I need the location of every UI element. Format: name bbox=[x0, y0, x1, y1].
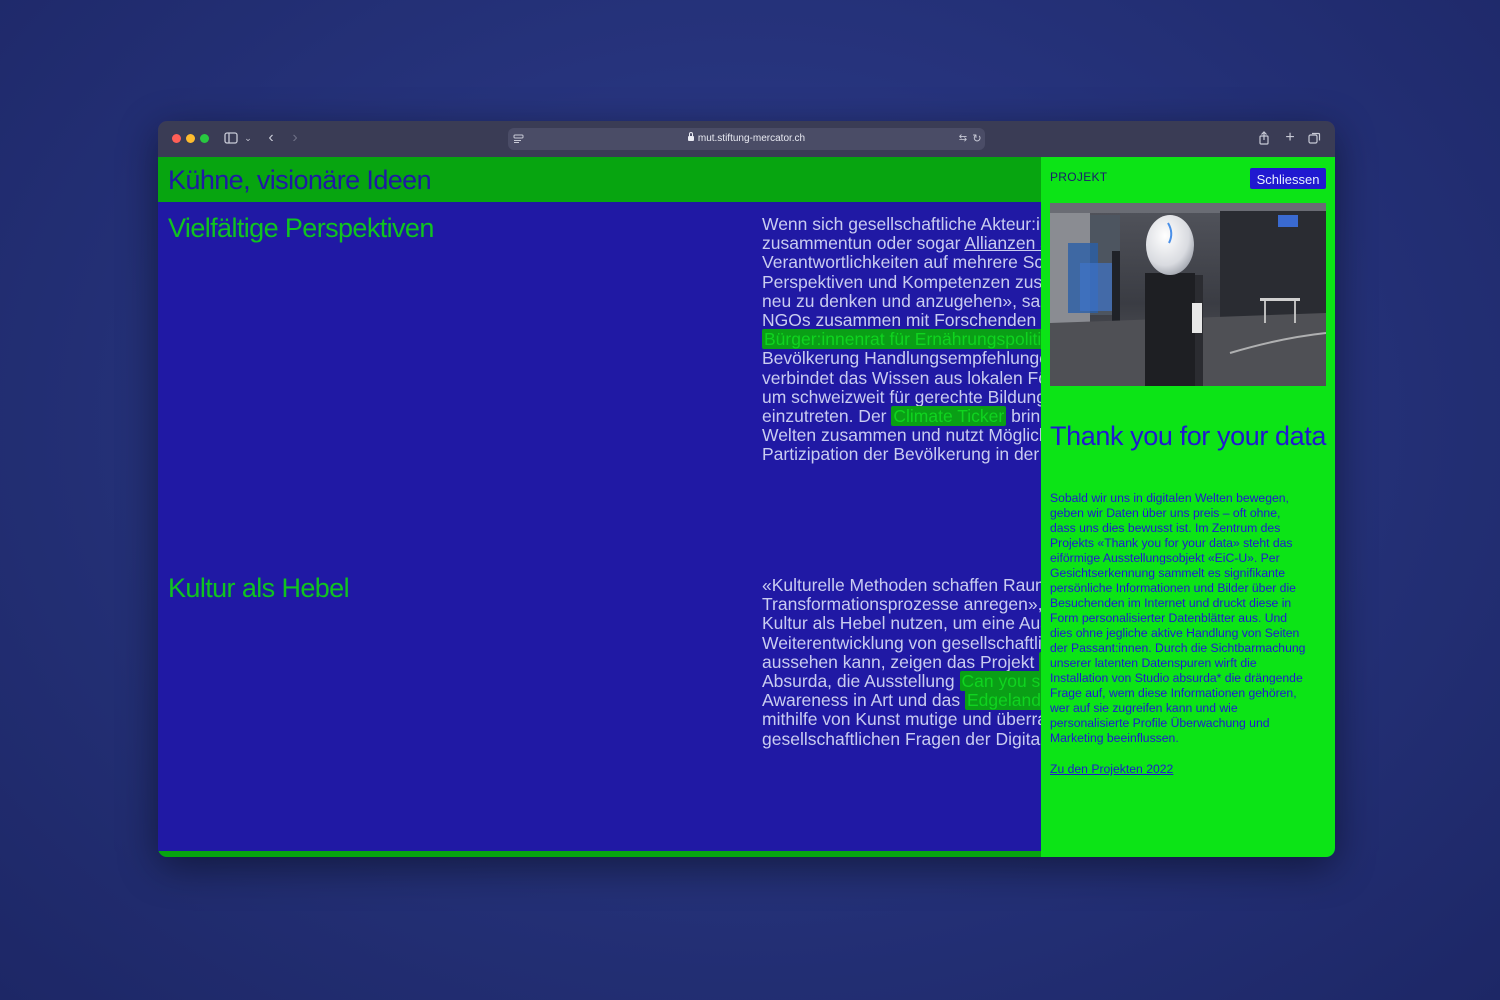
text-line: Perspektiven und Kompetenzen zusa bbox=[762, 271, 1042, 292]
description-line: dies ohne jegliche aktive Handlung von S… bbox=[1050, 626, 1300, 640]
text-line: verbindet das Wissen aus lokalen För bbox=[762, 367, 1042, 388]
description-line: Gesichtserkennung sammelt es signifikant… bbox=[1050, 566, 1286, 580]
text-line: Wenn sich gesellschaftliche Akteur:in bbox=[762, 215, 1042, 234]
section-text-perspektiven: Wenn sich gesellschaftliche Akteur:in zus… bbox=[762, 215, 1042, 465]
text-segment: um schweizweit für gerechte Bildungs bbox=[762, 386, 1042, 407]
url-field[interactable]: mut.stiftung-mercator.ch bbox=[508, 132, 985, 146]
text-segment: Transformationsprozesse anregen», e bbox=[762, 594, 1042, 615]
description-line: personalisierte Profile Überwachung und bbox=[1050, 716, 1270, 730]
section-text-kultur: «Kulturelle Methoden schaffen Raum Transf… bbox=[762, 576, 1042, 749]
text-segment: Bevölkerung Handlungsempfehlunger bbox=[762, 348, 1042, 369]
highlighted-project-link[interactable]: Edgelands I bbox=[965, 690, 1042, 711]
tab-overview-icon[interactable] bbox=[1308, 129, 1322, 147]
highlighted-project-link[interactable]: Bürger:innenrat für Ernährungspolitik bbox=[762, 329, 1042, 350]
minimize-window-button[interactable] bbox=[186, 134, 195, 143]
text-segment: gesellschaftlichen Fragen der Digitalis bbox=[762, 728, 1042, 749]
text-segment: Welten zusammen und nutzt Möglich bbox=[762, 425, 1042, 446]
text-line: Kultur als Hebel nutzen, um eine Aus bbox=[762, 614, 1042, 633]
description-line: geben wir Daten über uns preis – oft ohn… bbox=[1050, 506, 1281, 520]
text-line: Bevölkerung Handlungsempfehlunger bbox=[762, 349, 1042, 368]
text-line: Welten zusammen und nutzt Möglich bbox=[762, 426, 1042, 445]
description-line: persönliche Informationen und Bilder übe… bbox=[1050, 581, 1296, 595]
highlighted-project-link[interactable]: Can you see bbox=[959, 671, 1042, 692]
projects-2022-link[interactable]: Zu den Projekten 2022 bbox=[1050, 762, 1173, 776]
text-line: Absurda, die Ausstellung Can you see bbox=[762, 671, 1042, 692]
text-segment: Awareness in Art und das bbox=[762, 690, 965, 711]
text-segment: Partizipation der Bevölkerung in der l bbox=[762, 444, 1042, 465]
text-segment: bringt I bbox=[1011, 406, 1042, 427]
description-line: dass uns dies bewusst ist. Im Zentrum de… bbox=[1050, 521, 1281, 535]
description-line: wer auf sie zugreifen kann und wie bbox=[1050, 701, 1238, 715]
text-segment: Perspektiven und Kompetenzen zusa bbox=[762, 271, 1042, 292]
section-title-kultur: Kultur als Hebel bbox=[168, 573, 350, 603]
text-segment: einzutreten. Der bbox=[762, 406, 892, 427]
address-bar[interactable]: mut.stiftung-mercator.ch ⇆ ↻ bbox=[508, 128, 985, 150]
page-title: Kühne, visionäre Ideen bbox=[168, 165, 432, 195]
inline-link[interactable]: Allianzen s bbox=[964, 233, 1042, 253]
text-line: um schweizweit für gerechte Bildungs bbox=[762, 386, 1042, 407]
project-photo bbox=[1050, 203, 1326, 386]
url-text: mut.stiftung-mercator.ch bbox=[697, 133, 806, 144]
lock-icon bbox=[687, 132, 694, 141]
section-title-perspektiven: Vielfältige Perspektiven bbox=[168, 213, 434, 243]
description-line: eiförmige Ausstellungsobjekt «EiC-U». Pe… bbox=[1050, 551, 1280, 565]
text-line: neu zu denken und anzugehen», sag bbox=[762, 290, 1042, 311]
zoom-window-button[interactable] bbox=[200, 134, 209, 143]
text-segment: Kultur als Hebel nutzen, um eine Aus bbox=[762, 613, 1042, 634]
browser-toolbar: ⌄ ‹ › mut.stiftung-mercator.ch ⇆ ↻ + bbox=[158, 121, 1335, 158]
close-window-button[interactable] bbox=[172, 134, 181, 143]
text-line: einzutreten. Der Climate Ticker bringt I bbox=[762, 406, 1042, 427]
chevron-down-icon[interactable]: ⌄ bbox=[243, 129, 253, 147]
text-line: NGOs zusammen mit Forschenden u bbox=[762, 310, 1042, 331]
project-title: Thank you for your data bbox=[1050, 421, 1326, 451]
description-line: Sobald wir uns in digitalen Welten beweg… bbox=[1050, 491, 1289, 505]
web-page: Kühne, visionäre Ideen Vielfältige Persp… bbox=[158, 157, 1335, 857]
new-tab-icon[interactable]: + bbox=[1283, 129, 1297, 147]
sidebar-toggle-icon[interactable] bbox=[224, 129, 240, 147]
text-line: Partizipation der Bevölkerung in der l bbox=[762, 445, 1042, 464]
description-line: Besuchenden im Internet und druckt diese… bbox=[1050, 596, 1292, 610]
text-line: Transformationsprozesse anregen», e bbox=[762, 595, 1042, 614]
browser-window: ⌄ ‹ › mut.stiftung-mercator.ch ⇆ ↻ + Küh… bbox=[158, 121, 1335, 857]
description-line: Form personalisierter Datenblätter aus. … bbox=[1050, 611, 1288, 625]
description-line: Projekts «Thank you for your data» steht… bbox=[1050, 536, 1293, 550]
text-line: aussehen kann, zeigen das Projekt T bbox=[762, 651, 1042, 672]
panel-label: PROJEKT bbox=[1050, 170, 1108, 184]
reload-icon[interactable]: ↻ bbox=[971, 130, 983, 148]
project-description: Sobald wir uns in digitalen Welten beweg… bbox=[1050, 491, 1330, 746]
text-segment: Verantwortlichkeiten auf mehrere Sch bbox=[762, 252, 1042, 273]
text-segment: Weiterentwicklung von gesellschaftlic bbox=[762, 632, 1042, 653]
page-header-band: Kühne, visionäre Ideen bbox=[158, 157, 1042, 202]
text-line: gesellschaftlichen Fragen der Digitalis bbox=[762, 728, 1042, 749]
close-button[interactable]: Schliessen bbox=[1250, 168, 1326, 189]
text-segment: zusammentun oder sogar bbox=[762, 233, 965, 254]
text-segment: NGOs zusammen mit Forschenden u bbox=[762, 310, 1042, 331]
text-line: Weiterentwicklung von gesellschaftlic bbox=[762, 632, 1042, 653]
text-segment: Absurda, die Ausstellung bbox=[762, 671, 960, 692]
page-footer-band bbox=[158, 851, 1042, 857]
back-arrow-icon[interactable]: ‹ bbox=[264, 129, 278, 147]
share-icon[interactable] bbox=[1258, 129, 1272, 147]
text-line: Awareness in Art und das Edgelands I bbox=[762, 690, 1042, 711]
text-segment: aussehen kann, zeigen das Projekt bbox=[762, 651, 1040, 672]
text-segment: Wenn sich gesellschaftliche Akteur:in bbox=[762, 215, 1042, 234]
highlighted-project-link[interactable]: Climate Ticker bbox=[891, 406, 1007, 427]
project-detail-panel: PROJEKT Schliessen Thank you for your da… bbox=[1041, 157, 1335, 857]
text-segment: neu zu denken und anzugehen», sag bbox=[762, 290, 1042, 311]
text-segment: «Kulturelle Methoden schaffen Raum bbox=[762, 576, 1042, 595]
text-line: «Kulturelle Methoden schaffen Raum bbox=[762, 576, 1042, 595]
text-line: zusammentun oder sogar Allianzen s bbox=[762, 234, 1042, 253]
text-line: Bürger:innenrat für Ernährungspolitik, a… bbox=[762, 329, 1042, 350]
text-segment: mithilfe von Kunst mutige und überras bbox=[762, 709, 1042, 730]
description-line: Installation von Studio absurda* die drä… bbox=[1050, 671, 1303, 685]
text-segment: verbindet das Wissen aus lokalen För bbox=[762, 367, 1042, 388]
description-line: der Passant:innen. Durch die Sichtbarmac… bbox=[1050, 641, 1306, 655]
description-line: unserer latenten Datenspuren wirft die bbox=[1050, 656, 1257, 670]
translate-icon[interactable]: ⇆ bbox=[956, 130, 970, 148]
description-line: Marketing beeinflussen. bbox=[1050, 731, 1179, 745]
description-line: Frage auf, wem diese Informationen gehör… bbox=[1050, 686, 1297, 700]
forward-arrow-icon[interactable]: › bbox=[288, 129, 302, 147]
text-line: Verantwortlichkeiten auf mehrere Sch bbox=[762, 253, 1042, 272]
text-line: mithilfe von Kunst mutige und überras bbox=[762, 710, 1042, 729]
